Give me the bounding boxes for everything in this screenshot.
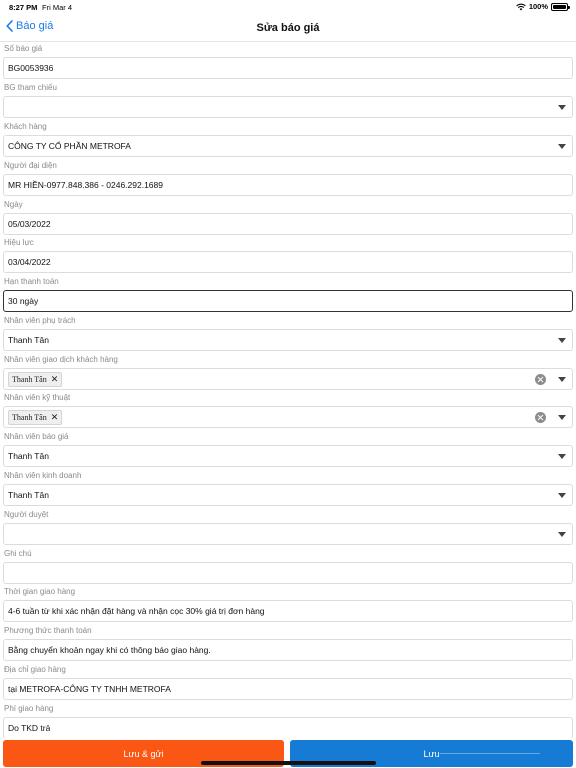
chevron-down-icon xyxy=(558,454,566,459)
field-value: 4-6 tuần từ khi xác nhận đặt hàng và nhậ… xyxy=(8,606,265,616)
payment-term-input[interactable]: 30 ngày xyxy=(3,290,573,312)
status-time: 8:27 PM xyxy=(9,3,38,12)
chevron-down-icon xyxy=(558,377,566,382)
page-title: Sửa báo giá xyxy=(256,22,320,34)
field-label-payment-method: Phương thức thanh toán xyxy=(4,626,92,635)
status-date: Fri Mar 4 xyxy=(42,3,72,12)
date-input[interactable]: 05/03/2022 xyxy=(3,213,573,235)
field-label-delivery-fee: Phí giao hàng xyxy=(4,704,54,713)
status-right: 100% xyxy=(516,2,570,11)
field-value: CÔNG TY CỔ PHẦN METROFA xyxy=(8,141,131,151)
home-indicator xyxy=(201,761,376,765)
chevron-down-icon xyxy=(558,105,566,110)
field-label-quote-staff: Nhân viên báo giá xyxy=(4,432,69,441)
delivery-fee-input[interactable]: Do TKD trả xyxy=(3,717,573,739)
chevron-down-icon xyxy=(558,338,566,343)
notes-input[interactable] xyxy=(3,562,573,584)
field-label-customer: Khách hàng xyxy=(4,122,47,131)
field-value: Bằng chuyển khoản ngay khi có thông báo … xyxy=(8,645,211,655)
chip-label: Thanh Tân xyxy=(12,374,47,384)
field-label-representative: Người đại diện xyxy=(4,161,57,170)
field-label-date: Ngày xyxy=(4,200,23,209)
chip-remove-icon[interactable]: ✕ xyxy=(51,374,59,385)
quote-number-input[interactable]: BG0053936 xyxy=(3,57,573,79)
delivery-time-input[interactable]: 4-6 tuần từ khi xác nhận đặt hàng và nhậ… xyxy=(3,600,573,622)
wifi-icon xyxy=(516,3,526,10)
field-label-valid-until: Hiệu lực xyxy=(4,238,34,247)
chevron-down-icon xyxy=(558,144,566,149)
field-label-customer-liaison: Nhân viên giao dịch khách hàng xyxy=(4,355,118,364)
field-value: Thanh Tân xyxy=(8,451,49,461)
field-label-technical-staff: Nhân viên kỹ thuật xyxy=(4,393,71,402)
customer-select[interactable]: CÔNG TY CỔ PHẦN METROFA xyxy=(3,135,573,157)
navigation-bar: Báo giá Sửa báo giá xyxy=(0,14,576,42)
valid-until-input[interactable]: 03/04/2022 xyxy=(3,251,573,273)
field-value: BG0053936 xyxy=(8,63,54,73)
clear-icon[interactable] xyxy=(535,412,546,423)
field-value: MR HIỀN-0977.848.386 - 0246.292.1689 xyxy=(8,180,163,190)
field-label-delivery-address: Địa chỉ giao hàng xyxy=(4,665,66,674)
approver-select[interactable] xyxy=(3,523,573,545)
field-label-notes: Ghi chú xyxy=(4,549,32,558)
technical-staff-multiselect[interactable]: Thanh Tân ✕ xyxy=(3,406,573,428)
payment-method-input[interactable]: Bằng chuyển khoản ngay khi có thông báo … xyxy=(3,639,573,661)
field-label-approver: Người duyệt xyxy=(4,510,49,519)
battery-percent: 100% xyxy=(528,2,548,11)
field-value: 03/04/2022 xyxy=(8,257,51,267)
chevron-down-icon xyxy=(558,532,566,537)
field-value: Do TKD trả xyxy=(8,723,51,733)
field-value: 30 ngày xyxy=(8,296,39,306)
field-value: tại METROFA-CÔNG TY TNHH METROFA xyxy=(8,684,171,694)
chip-label: Thanh Tân xyxy=(12,412,47,422)
chip-remove-icon[interactable]: ✕ xyxy=(51,412,59,423)
sales-staff-select[interactable]: Thanh Tân xyxy=(3,484,573,506)
delivery-address-input[interactable]: tại METROFA-CÔNG TY TNHH METROFA xyxy=(3,678,573,700)
field-label-sales-staff: Nhân viên kinh doanh xyxy=(4,471,82,480)
field-label-payment-term: Hạn thanh toán xyxy=(4,277,59,286)
clear-icon[interactable] xyxy=(535,374,546,385)
chevron-down-icon xyxy=(558,493,566,498)
chevron-down-icon xyxy=(558,415,566,420)
field-value: Thanh Tân xyxy=(8,490,49,500)
status-bar: 8:27 PM Fri Mar 4 100% xyxy=(0,0,576,14)
field-label-staff-in-charge: Nhân viên phụ trách xyxy=(4,316,76,325)
customer-liaison-multiselect[interactable]: Thanh Tân ✕ xyxy=(3,368,573,390)
quote-staff-select[interactable]: Thanh Tân xyxy=(3,445,573,467)
save-button-label: Lưu xyxy=(423,748,440,759)
divider xyxy=(440,753,540,754)
reference-quote-select[interactable] xyxy=(3,96,573,118)
field-value: Thanh Tân xyxy=(8,335,49,345)
field-label-quote-number: Số báo giá xyxy=(4,44,43,53)
field-label-reference-quote: BG tham chiếu xyxy=(4,83,57,92)
selected-chip: Thanh Tân ✕ xyxy=(8,371,63,387)
field-label-delivery-time: Thời gian giao hàng xyxy=(4,587,76,596)
field-value: 05/03/2022 xyxy=(8,219,51,229)
representative-input[interactable]: MR HIỀN-0977.848.386 - 0246.292.1689 xyxy=(3,174,573,196)
selected-chip: Thanh Tân ✕ xyxy=(8,409,63,425)
battery-icon xyxy=(551,2,570,11)
staff-in-charge-select[interactable]: Thanh Tân xyxy=(3,329,573,351)
